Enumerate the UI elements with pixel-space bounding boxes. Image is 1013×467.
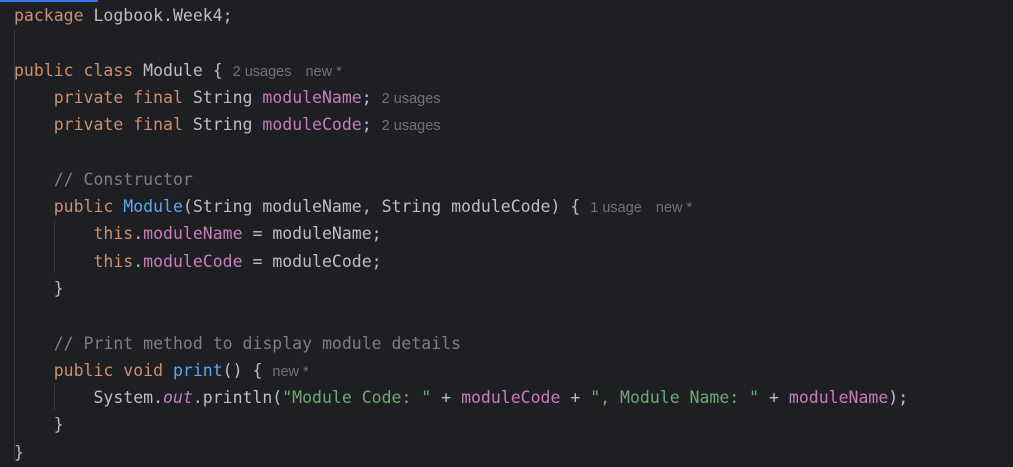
code-token-plain: System. [14,388,164,408]
code-token-kw: final [133,87,183,107]
code-token-plain: = moduleCode; [242,251,382,271]
code-token-kw: public [14,60,74,80]
code-token-field: moduleCode [143,251,243,271]
code-token-kw: public [53,360,114,380]
inlay-hint[interactable]: new * [656,200,692,216]
code-line[interactable]: } [14,439,908,466]
code-token-plain: ); [888,388,909,408]
code-token-string: "Module Code: " [282,388,432,408]
code-area[interactable]: package Logbook.Week4; public class Modu… [14,2,908,466]
code-token-plain: ; [361,87,372,107]
code-token-plain: } [14,278,64,298]
code-line[interactable]: public class Module { 2 usages new * [14,57,908,84]
code-token-plain: + [560,388,591,408]
code-line[interactable]: // Print method to display module detail… [14,330,908,357]
code-token-kw: private [53,87,124,107]
code-token-plain: + [759,388,789,408]
code-token-plain: Module { [133,60,223,80]
code-line[interactable]: this.moduleCode = moduleCode; [14,248,908,275]
code-token-method: Module [123,197,183,217]
code-token-method: print [172,360,223,380]
code-line[interactable]: // Constructor [14,166,908,193]
code-token-plain: ; [361,115,372,135]
code-token-plain: Logbook.Week4; [83,6,233,25]
code-line[interactable] [14,138,908,165]
inlay-hint[interactable]: 2 usages [382,118,441,134]
inlay-hint[interactable]: new * [272,364,308,380]
code-token-kw: this [93,251,134,271]
code-token-field: moduleCode [262,115,362,135]
code-token-kw: package [14,6,84,25]
code-token-static-field: out [163,388,193,408]
code-line[interactable] [14,302,908,329]
code-token-plain: () { [222,360,263,380]
code-token-plain: String [182,87,263,107]
code-line[interactable]: private final String moduleName; 2 usages [14,84,908,111]
code-token-kw: class [83,60,134,80]
code-editor[interactable]: package Logbook.Week4; public class Modu… [0,0,1013,467]
code-line[interactable]: } [14,275,908,302]
code-token-field: moduleCode [461,388,561,408]
inlay-hint[interactable]: 1 usage [590,200,642,216]
code-token-plain: (String moduleName, String moduleCode) { [182,197,581,217]
code-line[interactable]: public void print() { new * [14,357,908,384]
code-token-plain: . [133,224,144,244]
code-token-kw: public [53,197,114,217]
code-token-kw: this [93,224,134,244]
code-token-string: ", Module Name: " [590,388,760,408]
code-token-plain: + [431,388,462,408]
code-token-kw: void [123,360,164,380]
inlay-hint[interactable]: 2 usages [382,91,441,107]
code-line[interactable]: private final String moduleCode; 2 usages [14,111,908,138]
code-line[interactable]: package Logbook.Week4; [14,2,908,29]
code-token-plain: } [14,415,64,435]
code-line[interactable]: } [14,411,908,438]
code-line[interactable]: public Module(String moduleName, String … [14,193,908,220]
code-token-field: moduleName [143,224,243,244]
code-token-kw: final [133,115,183,135]
code-token-kw: private [53,115,124,135]
code-token-plain: = moduleName; [242,224,382,244]
code-token-comment: // Constructor [53,169,193,189]
code-line[interactable]: System.out.println("Module Code: " + mod… [14,384,908,411]
code-line[interactable]: this.moduleName = moduleName; [14,220,908,247]
inlay-hint[interactable]: 2 usages [233,64,292,80]
code-token-plain: .println( [192,388,283,408]
code-token-field: moduleName [788,388,889,408]
inlay-hint[interactable]: new * [305,64,341,80]
code-token-comment: // Print method to display module detail… [53,333,462,353]
code-token-plain: } [14,442,24,462]
code-token-plain: String [182,115,263,135]
code-line[interactable] [14,29,908,56]
code-token-plain: . [133,251,144,271]
code-token-field: moduleName [262,87,362,107]
